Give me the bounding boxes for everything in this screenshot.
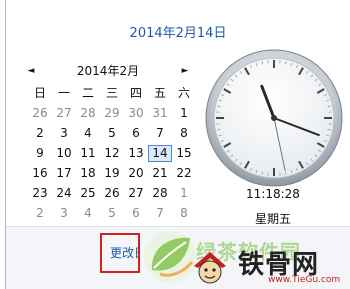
calendar-day[interactable]: 20 bbox=[124, 165, 148, 182]
calendar-day[interactable]: 1 bbox=[172, 105, 196, 122]
weekday-text: 星期五 bbox=[254, 212, 291, 226]
calendar-day[interactable]: 21 bbox=[148, 165, 172, 182]
calendar-day[interactable]: 26 bbox=[28, 105, 52, 122]
calendar-day[interactable]: 4 bbox=[76, 125, 100, 142]
calendar-day[interactable]: 25 bbox=[76, 185, 100, 202]
calendar-day[interactable]: 28 bbox=[148, 185, 172, 202]
calendar-day[interactable]: 7 bbox=[148, 125, 172, 142]
calendar-day[interactable]: 8 bbox=[172, 125, 196, 142]
calendar-day[interactable]: 26 bbox=[100, 185, 124, 202]
calendar-day[interactable]: 1 bbox=[172, 185, 196, 202]
calendar-day[interactable]: 19 bbox=[100, 165, 124, 182]
watermark-site-url: www.TieGu.com bbox=[268, 275, 341, 285]
calendar-day[interactable]: 27 bbox=[124, 185, 148, 202]
digital-time: 11:18:28 bbox=[246, 187, 300, 201]
calendar-day[interactable]: 18 bbox=[76, 165, 100, 182]
calendar-week-row: 16 17 18 19 20 21 22 bbox=[28, 165, 196, 182]
weekday-label: 六 bbox=[177, 86, 190, 100]
calendar-week-row: 23 24 25 26 27 28 1 bbox=[28, 185, 196, 202]
weekday-label: 一 bbox=[57, 86, 70, 100]
calendar-day[interactable]: 30 bbox=[124, 105, 148, 122]
calendar-day[interactable]: 10 bbox=[52, 145, 76, 162]
calendar-day[interactable]: 9 bbox=[28, 145, 52, 162]
calendar-day[interactable]: 3 bbox=[52, 125, 76, 142]
calendar-day[interactable]: 6 bbox=[124, 125, 148, 142]
calendar-week-row: 2345678 bbox=[28, 205, 196, 222]
calendar-week-row: 2345678 bbox=[28, 125, 196, 142]
calendar-day[interactable]: 23 bbox=[28, 185, 52, 202]
calendar-day[interactable]: 2 bbox=[28, 125, 52, 142]
calendar-day[interactable]: 27 bbox=[52, 105, 76, 122]
next-month-arrow-icon[interactable]: ► bbox=[178, 63, 192, 79]
analog-clock bbox=[204, 48, 344, 188]
calendar-day[interactable]: 7 bbox=[148, 205, 172, 222]
calendar-day[interactable]: 29 bbox=[100, 105, 124, 122]
calendar-day[interactable]: 5 bbox=[100, 205, 124, 222]
calendar-day[interactable]: 5 bbox=[100, 125, 124, 142]
calendar-day[interactable]: 13 bbox=[124, 145, 148, 162]
weekday-label: 五 bbox=[153, 86, 166, 100]
clock-face-icon bbox=[205, 49, 343, 187]
weekday-header-row: 日 一 二 三 四 五 六 bbox=[28, 85, 196, 102]
calendar-day[interactable]: 4 bbox=[76, 205, 100, 222]
calendar-day[interactable]: 16 bbox=[28, 165, 52, 182]
calendar-day[interactable]: 31 bbox=[148, 105, 172, 122]
calendar-day-today[interactable]: 14 bbox=[148, 145, 172, 162]
calendar-day[interactable]: 17 bbox=[52, 165, 76, 182]
calendar-day[interactable]: 15 bbox=[172, 145, 196, 162]
month-title[interactable]: 2014年2月 bbox=[44, 63, 172, 79]
weekday-label: 三 bbox=[105, 86, 118, 100]
calendar-week-row: 9 10 11 12 13 14 15 bbox=[28, 145, 196, 162]
calendar-header: ◄ 2014年2月 ► bbox=[24, 63, 192, 79]
calendar-day[interactable]: 8 bbox=[172, 205, 196, 222]
calendar-day[interactable]: 2 bbox=[28, 205, 52, 222]
calendar-day[interactable]: 22 bbox=[172, 165, 196, 182]
calendar-day[interactable]: 3 bbox=[52, 205, 76, 222]
weekday-label: 四 bbox=[129, 86, 142, 100]
current-date-link[interactable]: 2014年2月14日 bbox=[6, 22, 350, 41]
calendar-day[interactable]: 11 bbox=[76, 145, 100, 162]
calendar-day[interactable]: 28 bbox=[76, 105, 100, 122]
tiegu-mascot-icon bbox=[194, 252, 226, 284]
weekday-label: 二 bbox=[81, 86, 94, 100]
calendar-day[interactable]: 24 bbox=[52, 185, 76, 202]
prev-month-arrow-icon[interactable]: ◄ bbox=[24, 63, 38, 79]
calendar-day[interactable]: 6 bbox=[124, 205, 148, 222]
weekday-label: 日 bbox=[33, 86, 46, 100]
change-datetime-settings-link[interactable]: 更改日期和时间设置... bbox=[100, 233, 140, 273]
calendar-day[interactable]: 12 bbox=[100, 145, 124, 162]
calendar-week-row: 26 27 28 29 30 31 1 bbox=[28, 105, 196, 122]
